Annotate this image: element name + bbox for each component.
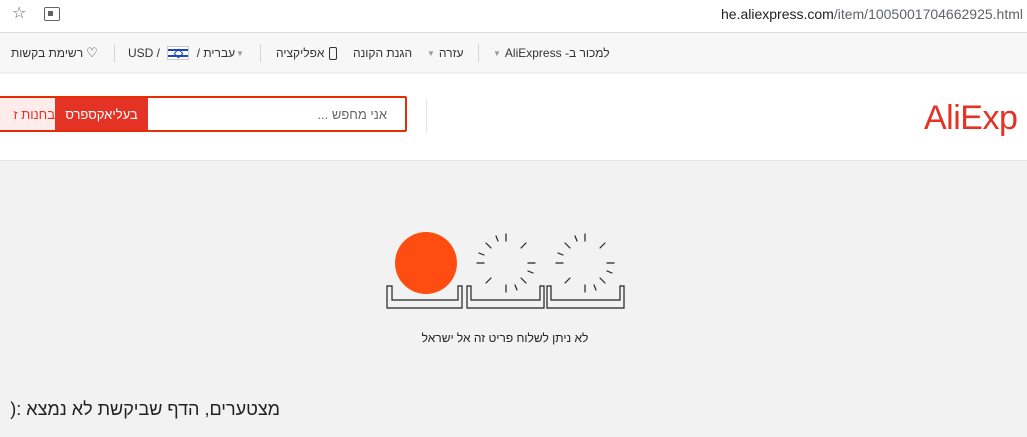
url-host: he.aliexpress.com <box>721 6 834 22</box>
empty-sun-icon <box>555 233 615 293</box>
url-field[interactable]: he.aliexpress.com/item/1005001704662925.… <box>721 6 1023 22</box>
divider <box>426 98 427 134</box>
sell-on-menu[interactable]: למכור ב- AliExpress ▼ <box>493 33 610 73</box>
chevron-down-icon: ▼ <box>236 48 244 58</box>
empty-sun-icon <box>476 233 536 293</box>
utility-bar: ♡ רשימת בקשות עברית / / USD ▼ אפליקציה ה… <box>0 33 1027 73</box>
buyer-protection-link[interactable]: הגנת הקונה <box>353 33 412 73</box>
site-header: בחנות ז בעליאקספרס AliExp <box>0 74 1027 161</box>
language-currency-selector[interactable]: עברית / / USD <box>128 33 235 73</box>
separator-slash: / <box>153 46 164 60</box>
divider <box>478 44 479 62</box>
aliexpress-logo[interactable]: AliExp <box>924 99 1018 138</box>
sell-on-label: למכור ב- AliExpress <box>504 46 610 60</box>
translate-icon[interactable] <box>44 7 60 21</box>
app-link[interactable]: אפליקציה <box>276 33 338 73</box>
app-label: אפליקציה <box>276 46 325 60</box>
language-dropdown-caret[interactable]: ▼ <box>236 33 248 73</box>
search-in-store-button[interactable]: בחנות ז <box>0 98 55 130</box>
wishlist-link[interactable]: ♡ רשימת בקשות <box>11 33 98 73</box>
currency-label: USD <box>128 46 154 60</box>
phone-icon <box>329 46 338 60</box>
divider <box>260 44 261 62</box>
browser-address-bar: ☆ he.aliexpress.com/item/100500170466292… <box>0 0 1027 33</box>
chevron-down-icon: ▼ <box>427 48 435 58</box>
not-shippable-illustration <box>386 232 625 309</box>
search-input[interactable] <box>148 98 397 130</box>
language-label: עברית <box>203 46 236 60</box>
search-bar: בחנות ז בעליאקספרס <box>0 96 407 132</box>
chevron-down-icon: ▼ <box>493 48 501 58</box>
heart-icon: ♡ <box>86 45 98 60</box>
page-not-found-heading: מצטערים, הדף שביקשת לא נמצא :( <box>10 399 280 419</box>
help-menu[interactable]: עזרה ▼ <box>427 33 463 73</box>
divider <box>114 44 115 62</box>
separator-slash: / <box>193 46 204 60</box>
help-label: עזרה <box>438 46 464 60</box>
search-aliexpress-button[interactable]: בעליאקספרס <box>55 98 148 130</box>
star-icon[interactable]: ☆ <box>12 5 26 23</box>
url-path: /item/1005001704662925.html <box>833 6 1023 22</box>
israel-flag-icon <box>167 46 190 60</box>
not-shippable-message: לא ניתן לשלוח פריט זה אל ישראל <box>421 331 589 345</box>
wishlist-label: רשימת בקשות <box>11 46 84 60</box>
buyer-protection-label: הגנת הקונה <box>353 46 413 60</box>
orange-sun-icon <box>395 232 457 294</box>
